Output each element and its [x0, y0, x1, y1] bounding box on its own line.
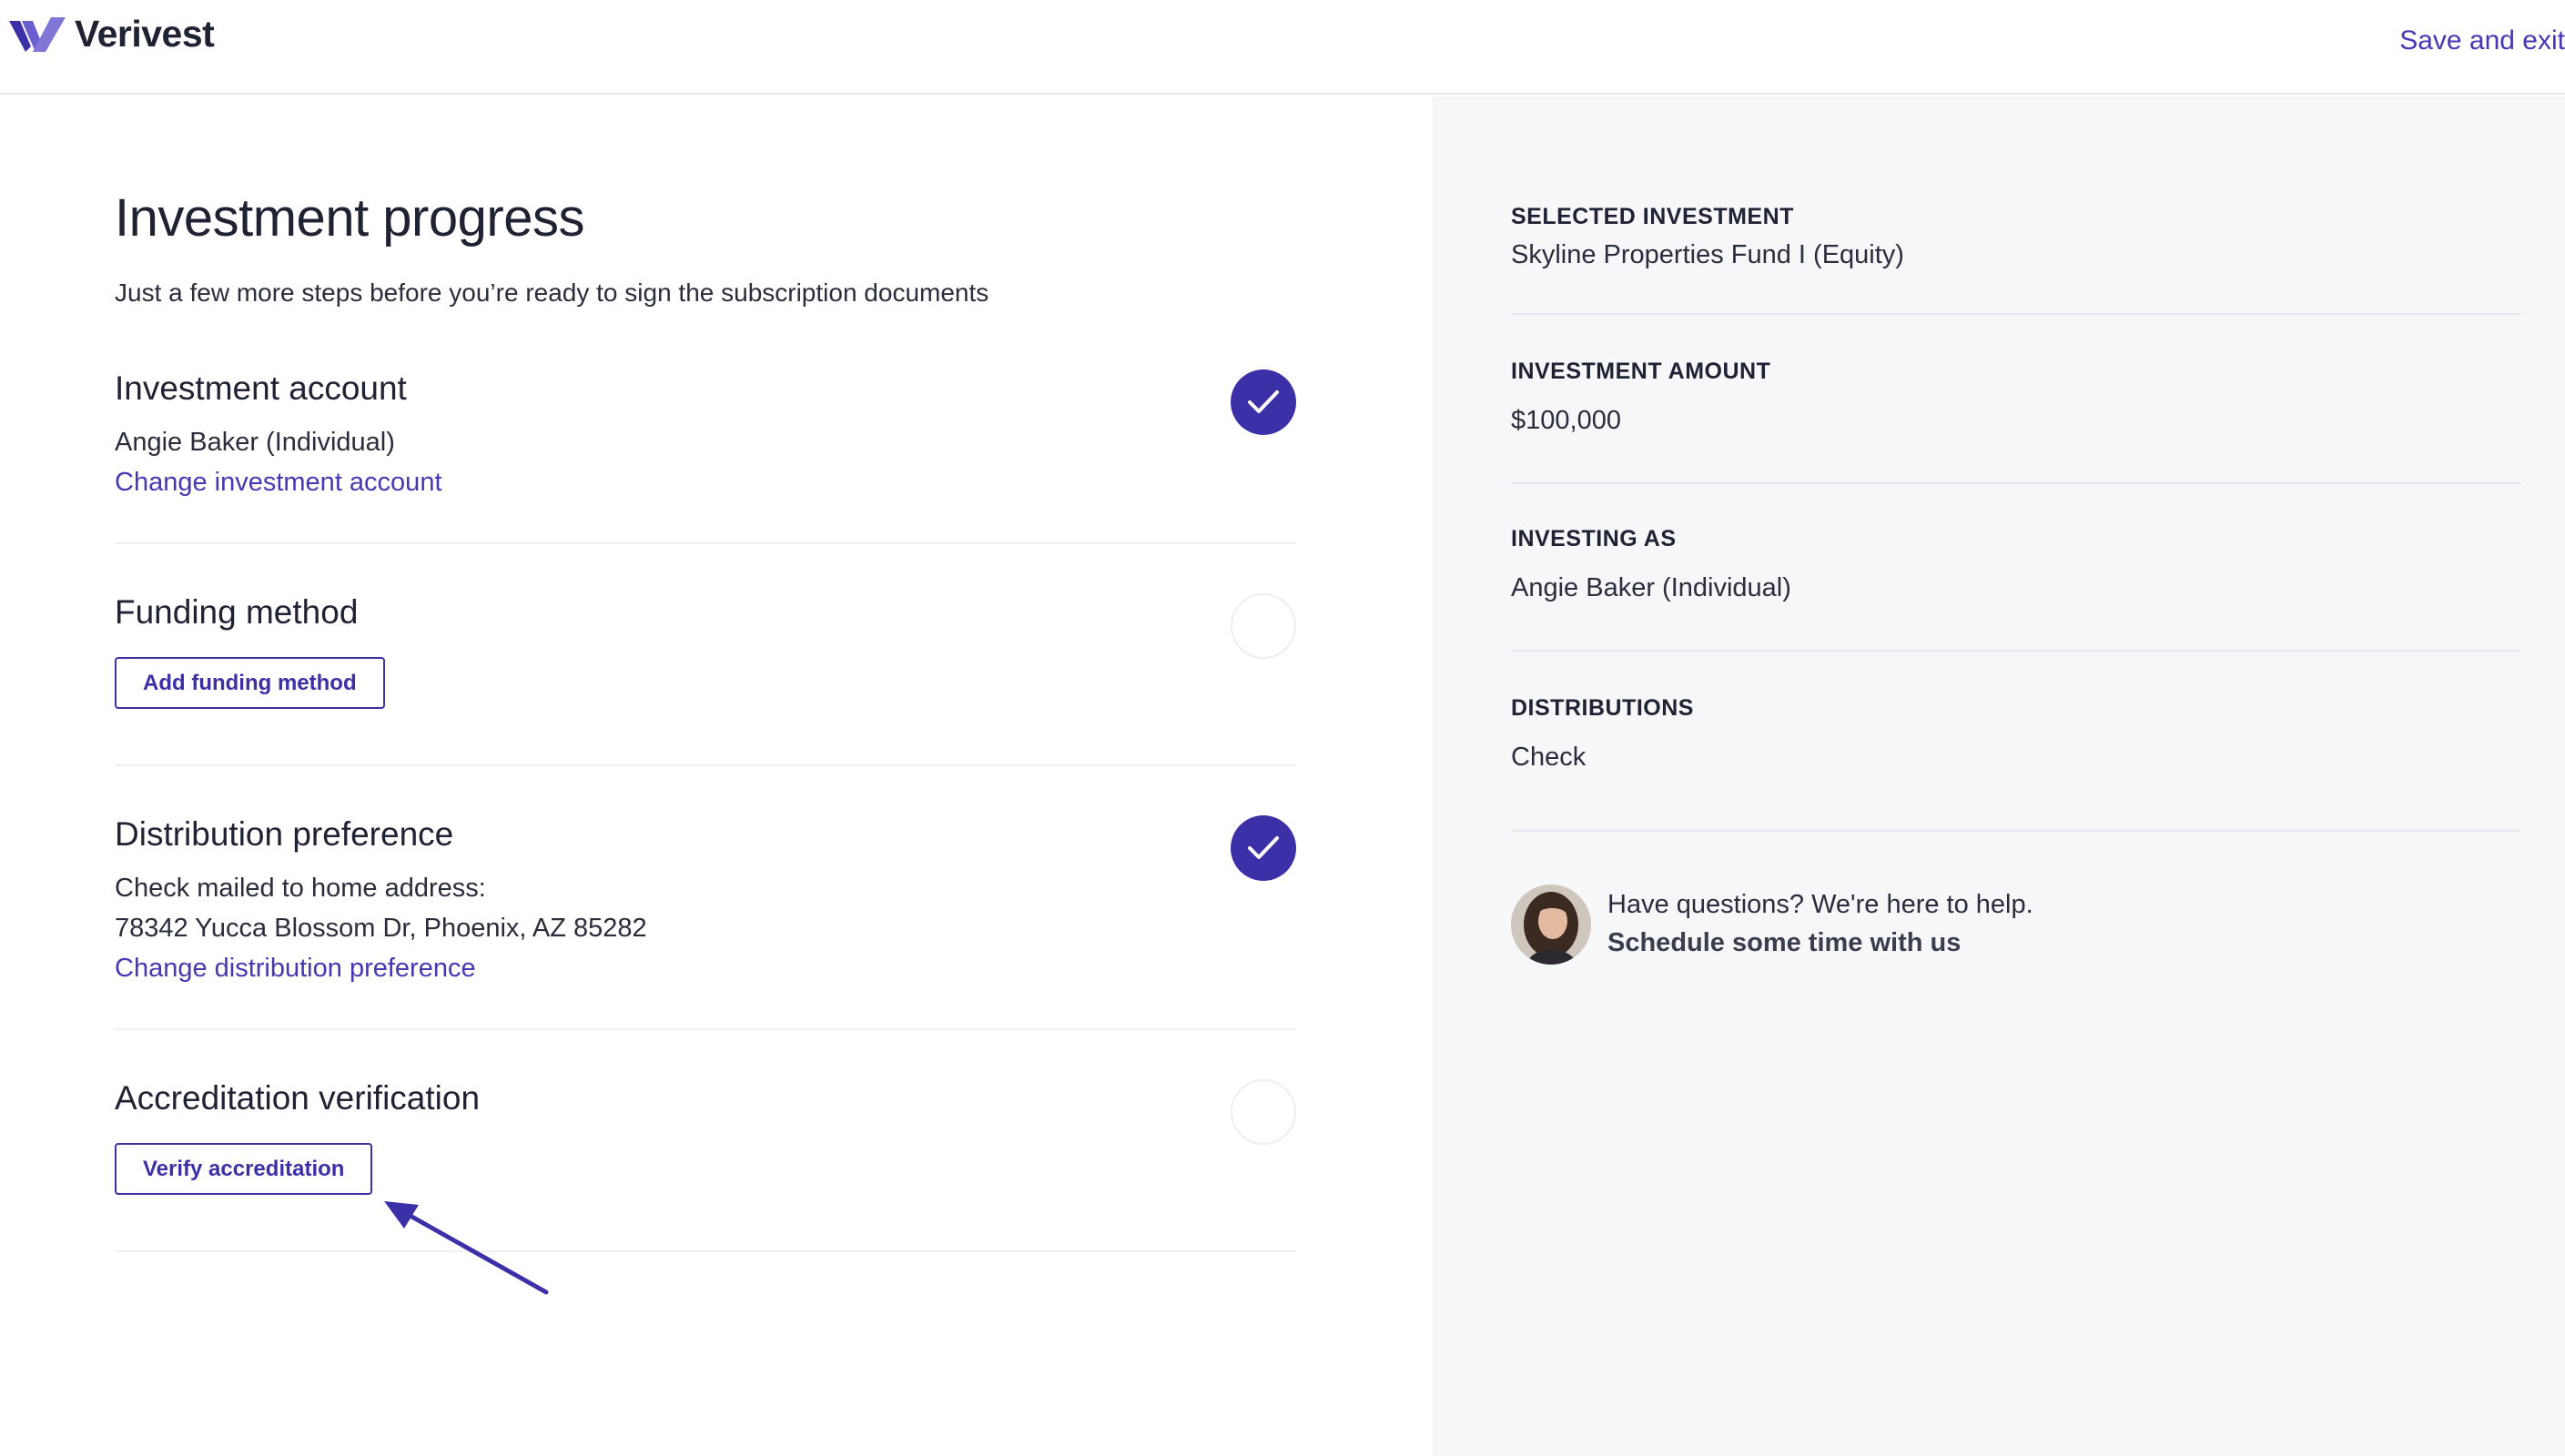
- account-name: Angie Baker (Individual): [115, 428, 395, 457]
- section-title: Funding method: [115, 593, 359, 631]
- section-title: Distribution preference: [115, 815, 454, 853]
- summary-label: INVESTING AS: [1511, 526, 1677, 551]
- summary-label: SELECTED INVESTMENT: [1511, 204, 1794, 229]
- empty-circle-icon: [1231, 593, 1296, 659]
- investment-amount-block: INVESTMENT AMOUNT $100,000: [1511, 359, 2521, 440]
- logo[interactable]: Verivest: [9, 13, 215, 56]
- divider: [115, 1250, 1296, 1252]
- page-subtitle: Just a few more steps before you’re read…: [115, 278, 989, 307]
- save-and-exit-link[interactable]: Save and exit: [2399, 25, 2565, 56]
- checkmark-icon: [1248, 836, 1279, 859]
- divider: [1511, 650, 2521, 652]
- verify-accreditation-button[interactable]: Verify accreditation: [115, 1143, 373, 1195]
- help-text: Have questions? We're here to help.: [1607, 890, 2033, 919]
- divider: [115, 764, 1296, 766]
- status-complete: [1231, 815, 1296, 881]
- distributions-value: Check: [1511, 743, 1587, 772]
- top-bar: Verivest Save and exit: [0, 0, 2565, 95]
- divider: [115, 1028, 1296, 1030]
- divider: [115, 542, 1296, 544]
- advisor-avatar: [1511, 885, 1591, 965]
- funding-method-section: Funding method Add funding method: [115, 593, 1296, 775]
- change-investment-account-link[interactable]: Change investment account: [115, 468, 442, 498]
- empty-circle-icon: [1231, 1079, 1296, 1145]
- investment-amount-value: $100,000: [1511, 406, 1621, 435]
- investment-progress-panel: Investment progress Just a few more step…: [0, 96, 1433, 1456]
- page-title: Investment progress: [115, 188, 584, 248]
- summary-label: DISTRIBUTIONS: [1511, 695, 1694, 721]
- summary-label: INVESTMENT AMOUNT: [1511, 359, 1771, 384]
- verivest-logo-icon: [9, 16, 66, 52]
- investing-as-block: INVESTING AS Angie Baker (Individual): [1511, 526, 2521, 608]
- status-complete: [1231, 369, 1296, 435]
- divider: [1511, 482, 2521, 484]
- change-distribution-preference-link[interactable]: Change distribution preference: [115, 954, 476, 984]
- accreditation-verification-section: Accreditation verification Verify accred…: [115, 1079, 1296, 1261]
- checkmark-icon: [1248, 390, 1279, 413]
- brand-name: Verivest: [75, 13, 215, 55]
- arrow-icon: [384, 1201, 549, 1295]
- section-title: Accreditation verification: [115, 1079, 481, 1117]
- investment-account-section: Investment account Angie Baker (Individu…: [115, 369, 1296, 597]
- divider: [1511, 830, 2521, 832]
- section-title: Investment account: [115, 369, 407, 407]
- distribution-preference-section: Distribution preference Check mailed to …: [115, 815, 1296, 1052]
- add-funding-method-button[interactable]: Add funding method: [115, 657, 385, 709]
- investing-as-value: Angie Baker (Individual): [1511, 573, 1791, 602]
- distribution-method: Check mailed to home address:: [115, 874, 486, 903]
- schedule-time-link[interactable]: Schedule some time with us: [1607, 928, 1961, 958]
- selected-investment-block: SELECTED INVESTMENT Skyline Properties F…: [1511, 204, 2521, 277]
- divider: [1511, 313, 2521, 315]
- distribution-address: 78342 Yucca Blossom Dr, Phoenix, AZ 8528…: [115, 914, 647, 943]
- help-contact: Have questions? We're here to help. Sche…: [1511, 883, 2521, 966]
- selected-investment-value: Skyline Properties Fund I (Equity): [1511, 240, 1904, 269]
- distributions-block: DISTRIBUTIONS Check: [1511, 695, 2521, 777]
